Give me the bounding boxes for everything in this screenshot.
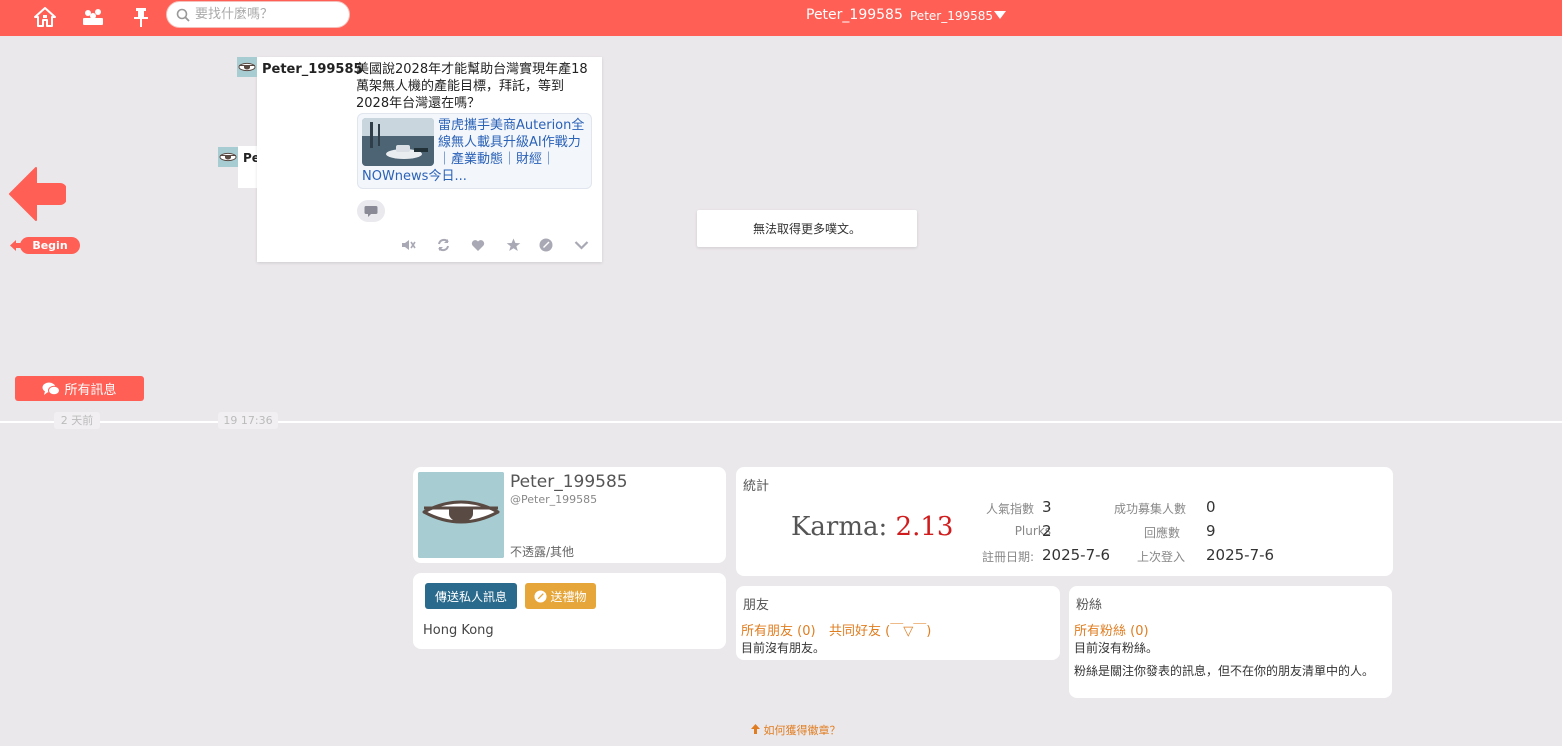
badge-link-label: 如何獲得徽章？ [763,724,841,737]
profile-gender: 不透露/其他 [510,545,575,559]
all-fans-link[interactable]: 所有粉絲 (0) [1074,620,1149,639]
last-login-label: 上次登入 [1136,550,1185,564]
search-input[interactable] [195,5,343,24]
popularity-value: 3 [1042,498,1052,516]
responses-label: 回應數 [1143,526,1180,540]
fans-description: 粉絲是關注你發表的訊息，但不在你的朋友清單中的人。 [1074,664,1375,678]
chevron-down-icon[interactable] [573,237,589,253]
responses-value: 9 [1206,522,1216,540]
send-gift-label: 送禮物 [550,589,587,604]
all-friends-link[interactable]: 所有朋友 (0) [741,620,816,639]
profile-name: Peter_199585 [510,472,628,492]
friends-title: 朋友 [743,598,770,613]
avatar[interactable] [237,57,257,77]
karma: Karma: 2.13 [791,512,953,542]
mutual-friends-link[interactable]: 共同好友 (￣▽￣) [829,620,931,639]
response-count-badge[interactable] [357,200,385,222]
all-messages-button[interactable]: 所有訊息 [15,376,144,401]
time-label: 19 17:36 [218,412,278,429]
profile-avatar[interactable] [418,472,504,558]
fans-empty: 目前沒有粉絲。 [1074,641,1159,655]
how-to-get-badges-link[interactable]: 如何獲得徽章？ [751,722,841,738]
search-icon [176,8,190,22]
search-box[interactable] [166,1,350,28]
chat-bubble-icon [364,205,378,217]
send-gift-button[interactable]: 送禮物 [525,583,596,609]
plurks-value: 2 [1042,522,1052,540]
stats-title: 統計 [743,479,770,494]
all-messages-label: 所有訊息 [64,383,117,398]
link-thumbnail [362,118,434,166]
plurk-content: 美國說2028年才能幫助台灣實現年產18萬架無人機的產能目標，拜託，等到2028… [356,62,588,111]
favorite-star-icon[interactable] [505,237,521,253]
plurks-label: Plurks [1014,524,1051,538]
pin-icon[interactable] [127,3,155,31]
time-label: 2 天前 [54,412,100,429]
fans-title: 粉絲 [1076,598,1103,613]
top-bar: Peter_199585 Peter_199585 [0,0,1562,36]
friends-icon[interactable] [79,3,107,31]
header-display-name: Peter_199585 [806,7,903,23]
link-source: NOWnews今日... [362,169,467,184]
friends-empty: 目前沒有朋友。 [741,641,826,655]
recruited-value: 0 [1206,498,1216,516]
replurk-icon[interactable] [435,237,451,253]
mute-icon[interactable] [400,237,416,253]
last-login-value: 2025-7-6 [1206,546,1275,564]
no-more-plurks: 無法取得更多噗文。 [697,210,917,247]
karma-label: Karma: [791,512,888,542]
profile-handle: @Peter_199585 [510,493,598,506]
joined-label: 註冊日期: [981,550,1034,564]
caret-down-icon[interactable] [994,10,1006,20]
avatar[interactable] [218,147,238,167]
back-arrow-icon[interactable] [8,166,66,222]
profile-location: Hong Kong [423,623,494,638]
like-heart-icon[interactable] [470,237,486,253]
chat-icon [42,382,61,395]
up-arrow-icon [751,724,760,734]
home-icon[interactable] [31,3,59,31]
gift-coin-icon [534,589,548,603]
link-preview[interactable]: 雷虎攜手美商Auterion全線無人載具升級AI作戰力｜產業動態｜財經｜ NOW… [357,113,592,189]
user-menu[interactable]: Peter_199585 [910,9,993,23]
popularity-label: 人氣指數 [985,502,1034,516]
begin-label: Begin [20,237,80,254]
recruited-label: 成功募集人數 [1113,502,1186,516]
gift-coin-icon[interactable] [538,237,554,253]
send-private-message-button[interactable]: 傳送私人訊息 [425,583,517,609]
plurk-author[interactable]: Peter_199585 [262,62,363,77]
link-title: 雷虎攜手美商Auterion全線無人載具升級AI作戰力｜產業動態｜財經｜ [438,118,585,167]
